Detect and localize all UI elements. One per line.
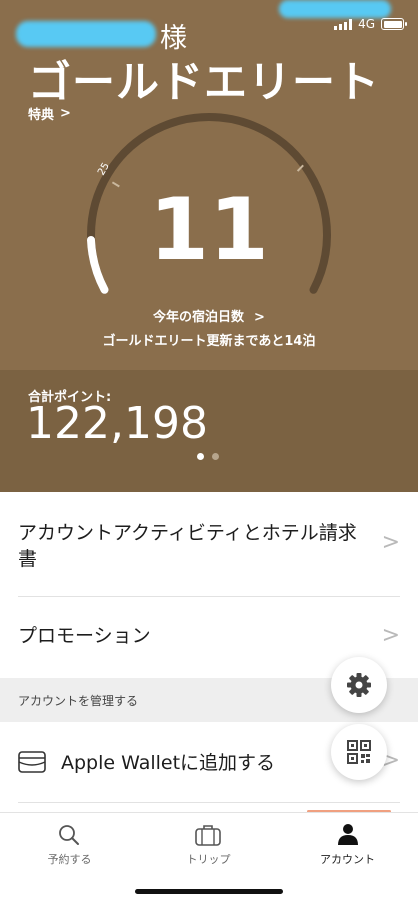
divider xyxy=(18,802,400,803)
nights-count: 11 xyxy=(149,180,269,280)
home-indicator[interactable] xyxy=(135,889,283,894)
account-activity-row[interactable]: アカウントアクティビティとホテル請求書 > xyxy=(0,492,418,596)
suitcase-icon xyxy=(195,825,221,846)
person-icon xyxy=(338,824,358,845)
search-icon xyxy=(59,825,79,845)
settings-button[interactable] xyxy=(331,657,387,713)
points-value: 122,198 xyxy=(26,398,208,449)
chevron-right-icon: > xyxy=(381,530,400,555)
apple-wallet-label: Apple Walletに追加する xyxy=(61,752,276,774)
qr-code-icon xyxy=(347,740,371,764)
chevron-right-icon: > xyxy=(381,623,400,648)
renewal-progress-text: ゴールドエリート更新まであと14泊 xyxy=(102,334,316,349)
tab-book-label: 予約する xyxy=(47,853,92,866)
promotions-label: プロモーション xyxy=(18,625,151,647)
chevron-right-icon: > xyxy=(254,310,265,325)
tab-account[interactable]: アカウント xyxy=(278,813,417,873)
tab-trips[interactable]: トリップ xyxy=(139,813,278,873)
nights-this-year-link[interactable]: 今年の宿泊日数 > xyxy=(0,306,418,325)
tab-account-label: アカウント xyxy=(320,853,375,866)
section-header-label: アカウントを管理する xyxy=(18,694,139,708)
tab-trips-label: トリップ xyxy=(186,853,231,866)
page-dot xyxy=(212,453,219,460)
page-dot-active xyxy=(197,453,204,460)
wallet-card-icon xyxy=(18,751,46,773)
account-activity-label: アカウントアクティビティとホテル請求書 xyxy=(18,522,357,570)
qr-code-button[interactable] xyxy=(331,724,387,780)
gear-icon xyxy=(347,673,371,697)
page-indicator[interactable] xyxy=(197,453,219,460)
nights-label: 今年の宿泊日数 xyxy=(153,310,245,325)
tab-book[interactable]: 予約する xyxy=(0,813,139,873)
